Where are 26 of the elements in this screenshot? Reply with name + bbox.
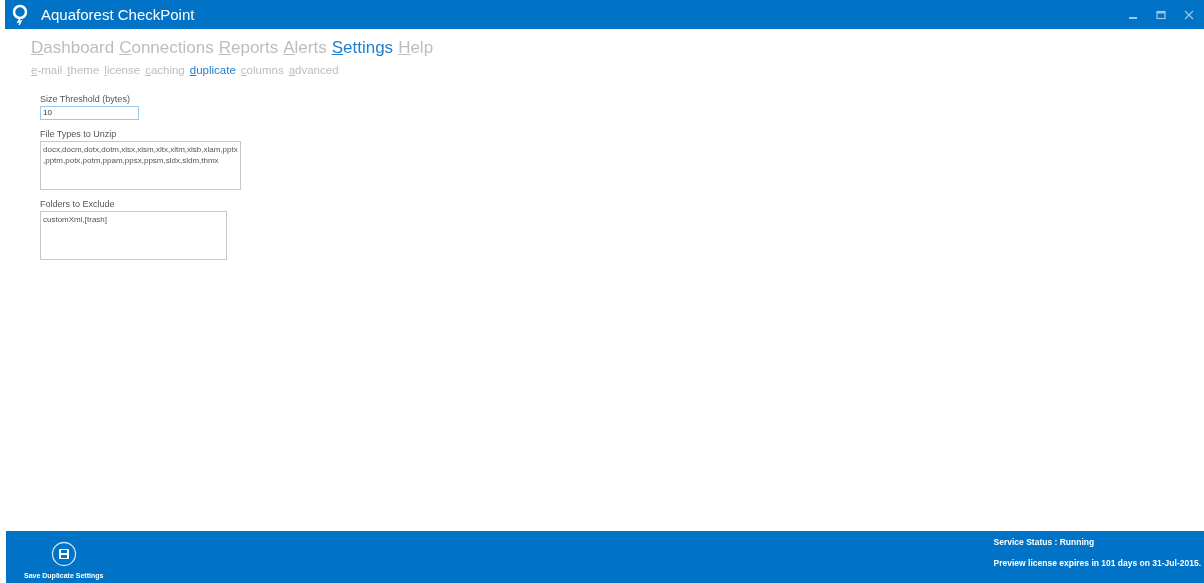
- subsection-tab[interactable]: advanced: [288, 64, 339, 76]
- menu-tab[interactable]: Dashboard: [31, 38, 115, 58]
- subsection-tab[interactable]: duplicate: [189, 64, 236, 76]
- license-notice: Preview license expires in 101 days on 31-Jul-2015.: [993, 558, 1201, 568]
- service-status: Service Status : Running: [993, 537, 1096, 547]
- field-label: File Types to Unzip: [40, 129, 118, 139]
- window-title: Aquaforest CheckPoint: [41, 6, 195, 23]
- field-label: Size Threshold (bytes): [40, 94, 131, 104]
- subsection-tab[interactable]: e-mail: [31, 64, 63, 76]
- menu-tab[interactable]: Help: [398, 38, 434, 58]
- subsection-tab[interactable]: theme: [67, 64, 100, 76]
- text-area[interactable]: docx,docm,dotx,dotm,xlsx,xlsm,xltx,xltm,xlsb,xlam,pptx ,pptm,potx,potm,ppam,ppsx,ppsm,sldx,sldm,thmx: [40, 141, 241, 190]
- balloon-icon: [11, 3, 29, 26]
- subsection-tab[interactable]: columns: [240, 64, 284, 76]
- menu-tab[interactable]: Connections: [119, 38, 214, 58]
- maximize-icon[interactable]: [1156, 9, 1166, 20]
- menu-tab[interactable]: Settings: [331, 38, 394, 58]
- subsection-tab[interactable]: license: [104, 64, 141, 76]
- subsection-tab[interactable]: caching: [145, 64, 185, 76]
- input-field[interactable]: 10: [40, 106, 139, 120]
- menu-tab[interactable]: Reports: [218, 38, 279, 58]
- floppy-disk-icon: [50, 541, 77, 567]
- text-area[interactable]: customXml,[trash]: [40, 211, 227, 260]
- menu-tab[interactable]: Alerts: [283, 38, 327, 58]
- close-icon[interactable]: [1184, 9, 1194, 20]
- field-label: Folders to Exclude: [40, 199, 116, 209]
